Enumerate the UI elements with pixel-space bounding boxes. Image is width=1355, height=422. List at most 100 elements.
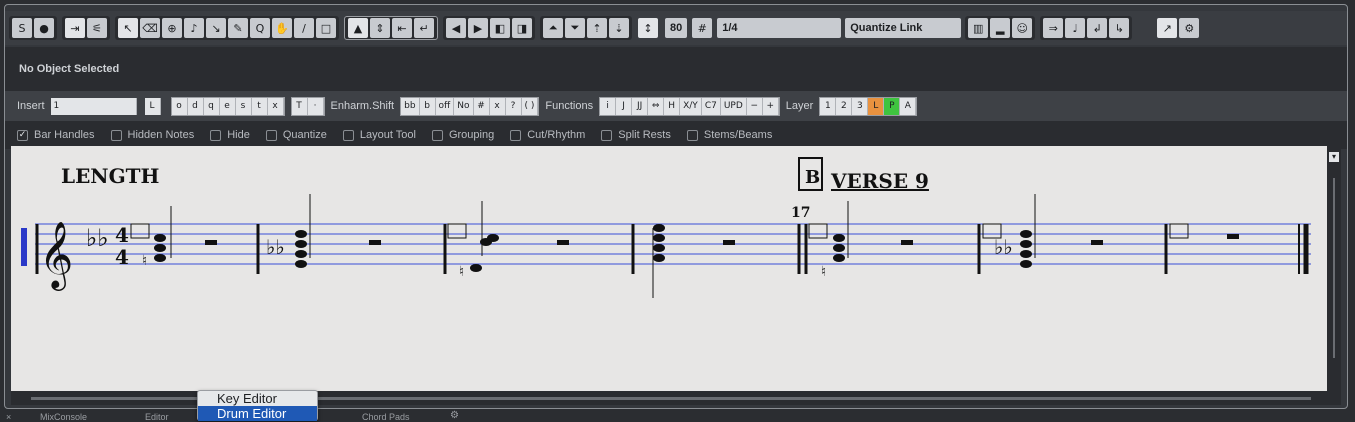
autolayout-button[interactable]: ⇔ (648, 97, 665, 115)
insert-field[interactable]: 1 (50, 97, 137, 115)
checkbox[interactable] (431, 129, 443, 141)
score-canvas[interactable]: LENGTH B VERSE 9 17 𝄞 ♭♭ 4 4 ♮ ♭♭ ♮ ♮ ♭♭ (11, 146, 1327, 391)
split-icon[interactable]: ↕ (638, 18, 658, 38)
move-bottom-icon[interactable]: ⇣ (609, 18, 629, 38)
menu-item-drum-editor[interactable]: Drum Editor (198, 406, 317, 421)
option-quantize[interactable]: Quantize (265, 129, 327, 141)
enharm-brackets[interactable]: ( ) (521, 97, 539, 115)
option-stems-beams[interactable]: Stems/Beams (686, 129, 772, 141)
checkbox[interactable] (110, 129, 122, 141)
flip-button[interactable]: J (616, 97, 633, 115)
group-button[interactable]: JJ (632, 97, 649, 115)
staff-selection-marker[interactable] (21, 228, 27, 266)
box-left-icon[interactable]: ◧ (490, 18, 510, 38)
option-hide[interactable]: Hide (210, 129, 250, 141)
face-icon[interactable]: ☺ (1012, 18, 1033, 38)
draw-icon[interactable]: / (294, 18, 314, 38)
insert-L-button[interactable]: L (144, 97, 161, 115)
checkbox-checked[interactable]: ✓ (17, 129, 28, 141)
layer-A[interactable]: A (900, 97, 917, 115)
option-split-rests[interactable]: Split Rests (601, 129, 671, 141)
checkbox[interactable] (342, 129, 354, 141)
pen-icon[interactable]: ✎ (228, 18, 248, 38)
info-button[interactable]: i (600, 97, 617, 115)
half-note-button[interactable]: d (187, 97, 204, 115)
checkbox[interactable] (265, 129, 277, 141)
solo-icon[interactable]: S (12, 18, 32, 38)
popout-icon[interactable]: ↗ (1157, 18, 1178, 38)
glue-icon[interactable]: Q (250, 18, 270, 38)
menu-item-key-editor[interactable]: Key Editor (198, 391, 317, 406)
option-grouping[interactable]: Grouping (431, 129, 494, 141)
midi-out-icon[interactable]: ↳ (1109, 18, 1130, 38)
quantize-link-field[interactable]: Quantize Link (845, 18, 962, 38)
rest-icon[interactable]: ↘ (206, 18, 226, 38)
minus-button[interactable]: − (746, 97, 763, 115)
sixteenth-note-button[interactable]: s (235, 97, 252, 115)
settings-icon[interactable]: ⚙ (1179, 18, 1200, 38)
hand-icon[interactable]: ✋ (272, 18, 292, 38)
left-align-icon[interactable]: ⇤ (392, 18, 412, 38)
velocity-field[interactable]: 80 (665, 18, 688, 38)
grid-icon[interactable]: # (692, 18, 713, 38)
move-down-icon[interactable]: ⏷ (565, 18, 585, 38)
layer-L[interactable]: L (868, 97, 885, 115)
sixtyfourth-note-button[interactable]: x (267, 97, 284, 115)
enharm-off[interactable]: off (435, 97, 455, 115)
move-up-icon[interactable]: ⏶ (543, 18, 563, 38)
enharm-question[interactable]: ? (505, 97, 522, 115)
scissor-icon[interactable]: ⚟ (87, 18, 107, 38)
midi-thru-icon[interactable]: ↲ (1087, 18, 1108, 38)
layer-1[interactable]: 1 (820, 97, 837, 115)
quarter-note-button[interactable]: q (203, 97, 220, 115)
checkbox[interactable] (510, 129, 522, 141)
layout-icon[interactable]: □ (316, 18, 336, 38)
arrow-right-icon[interactable]: ▶ (468, 18, 488, 38)
hide-button[interactable]: H (664, 97, 681, 115)
scroll-menu-icon[interactable]: ▾ (1329, 152, 1339, 162)
plus-button[interactable]: + (762, 97, 779, 115)
up-icon[interactable]: ▲ (348, 18, 368, 38)
checkbox[interactable] (210, 129, 222, 141)
updown-icon[interactable]: ⇕ (370, 18, 390, 38)
option-layout-tool[interactable]: Layout Tool (342, 129, 416, 141)
enharm-double-sharp[interactable]: x (489, 97, 506, 115)
chord-button[interactable]: C7 (701, 97, 721, 115)
vertical-scrollbar[interactable]: ▾ (1327, 146, 1341, 391)
option-hidden-notes[interactable]: Hidden Notes (110, 129, 194, 141)
pointer-icon[interactable]: ↖ (118, 18, 138, 38)
layer-3[interactable]: 3 (852, 97, 869, 115)
zoom-icon[interactable]: ⊕ (162, 18, 182, 38)
enharm-flat[interactable]: b (419, 97, 436, 115)
enharm-no[interactable]: No (454, 97, 474, 115)
move-top-icon[interactable]: ⇡ (587, 18, 607, 38)
note-icon[interactable]: ♪ (184, 18, 204, 38)
tuplet-button[interactable]: T (291, 97, 308, 115)
layer-2[interactable]: 2 (836, 97, 853, 115)
note-input-icon[interactable]: ♩ (1065, 18, 1086, 38)
record-icon[interactable]: ● (34, 18, 54, 38)
thirtysecond-note-button[interactable]: t (251, 97, 268, 115)
enharm-sharp[interactable]: # (473, 97, 490, 115)
dot-button[interactable]: · (307, 97, 324, 115)
whole-note-button[interactable]: o (171, 97, 188, 115)
autoscroll-icon[interactable]: ⇥ (65, 18, 85, 38)
midi-in-icon[interactable]: ⇒ (1043, 18, 1064, 38)
enharm-double-flat[interactable]: bb (401, 97, 420, 115)
layout-icon[interactable]: ▥ (968, 18, 989, 38)
bars-icon[interactable]: ▂ (990, 18, 1011, 38)
return-icon[interactable]: ↵ (414, 18, 434, 38)
quantize-field[interactable]: 1/4 (717, 18, 842, 38)
option-cut-rhythm[interactable]: Cut/Rhythm (510, 129, 585, 141)
eraser-icon[interactable]: ⌫ (140, 18, 160, 38)
layer-P[interactable]: P (884, 97, 901, 115)
gear-icon[interactable]: ⚙ (450, 410, 459, 421)
arrow-left-icon[interactable]: ◀ (446, 18, 466, 38)
option-bar-handles[interactable]: ✓ Bar Handles (17, 129, 95, 141)
scroll-track[interactable] (1333, 178, 1335, 358)
checkbox[interactable] (601, 129, 613, 141)
eighth-note-button[interactable]: e (219, 97, 236, 115)
update-button[interactable]: UPD (720, 97, 747, 115)
box-right-icon[interactable]: ◨ (512, 18, 532, 38)
checkbox[interactable] (686, 129, 698, 141)
